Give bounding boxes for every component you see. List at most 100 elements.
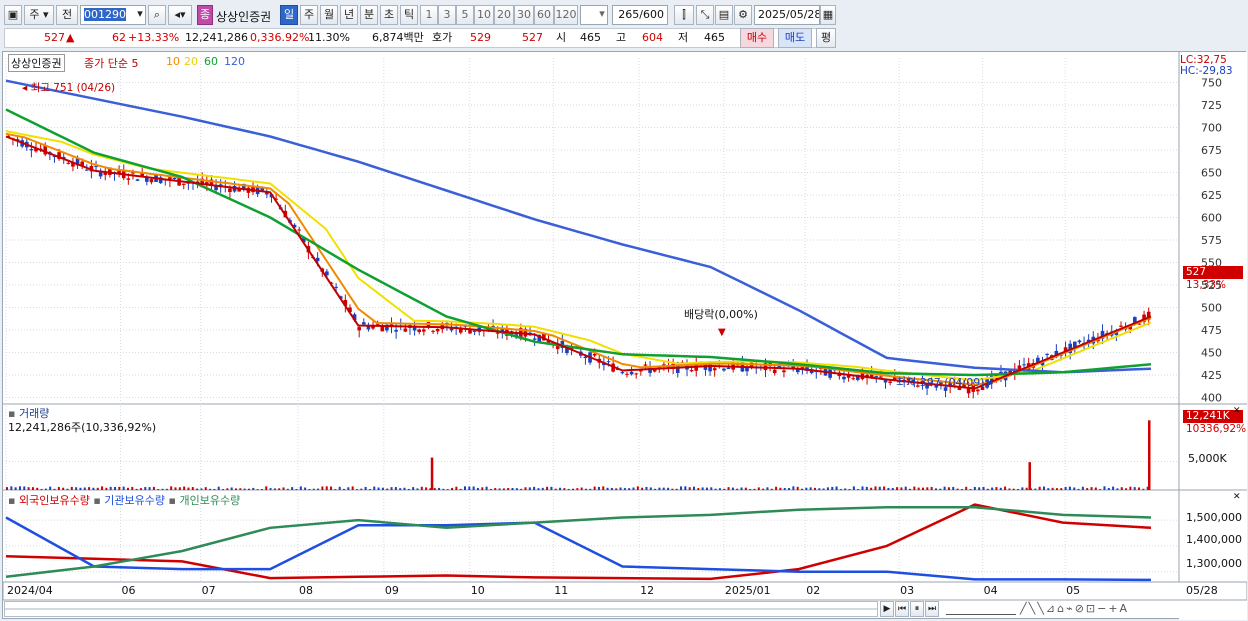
sell-button[interactable]: 매도 [778,28,812,48]
volume-bar [649,487,652,490]
candle-body [417,329,422,332]
count-input[interactable]: 265/600 [612,5,668,25]
period-month[interactable]: 월 [320,5,338,25]
volume-bar [1064,486,1067,490]
period-tick[interactable]: 틱 [400,5,418,25]
forward-icon[interactable]: ⏭ [925,601,939,617]
gear-icon[interactable]: ⚙ [734,5,752,25]
interval-3[interactable]: 3 [438,5,456,25]
volume-bar [247,488,250,490]
volume-bar [1055,488,1058,490]
zoom-slider[interactable] [946,603,1016,615]
close-icon[interactable]: ✕ [1233,406,1241,416]
horizontal-scrollbar[interactable] [4,601,878,617]
search-icon[interactable]: ⌕ [148,5,166,25]
turnover-value: 11.30% [308,31,350,44]
eval-button[interactable]: 평 [816,28,836,48]
layout-icon[interactable]: ▣ [4,5,22,25]
volume-bar [1021,487,1024,490]
candle-icon[interactable]: ⫿ [674,5,694,25]
x-axis-label: 03 [900,584,915,597]
volume-bar [235,488,237,490]
volume-bar [282,487,285,490]
period-year[interactable]: 년 [340,5,358,25]
rewind-icon[interactable]: ⏮ [895,601,909,617]
play-icon[interactable]: ▶ [880,601,894,617]
volume-bar [256,489,259,490]
candle-body [634,373,639,375]
volume-bar [580,487,583,490]
volume-bar [861,486,864,490]
candles [6,135,1151,399]
period-week[interactable]: 주 [300,5,318,25]
period-second[interactable]: 초 [380,5,398,25]
volume-bar [610,487,613,490]
chevron-down-icon[interactable]: ▾ [596,5,608,25]
interval-120[interactable]: 120 [554,5,578,25]
interval-30[interactable]: 30 [514,5,534,25]
holding-lines [5,503,1152,582]
interval-1[interactable]: 1 [420,5,438,25]
volume-bar [783,487,786,490]
interval-60[interactable]: 60 [534,5,554,25]
holding-line-2 [5,505,1152,579]
volume-bar [887,488,890,490]
legend-foreign: 외국인보유수량 [18,494,90,507]
volume-bar [878,486,881,490]
bid-label: 호가 [432,31,453,44]
ma20-line [5,130,1152,382]
x-axis-strip [3,581,1247,601]
volume-bar [705,487,708,490]
volume-bar [813,487,816,490]
volume-bar [1025,487,1028,490]
period-day[interactable]: 일 [280,5,298,25]
chart-svg[interactable]: 7507257006756506256005755505255004754504… [3,52,1247,620]
volume-bar [770,488,773,490]
volume-bar [394,487,397,490]
candle-body [625,373,629,375]
interval-10[interactable]: 10 [474,5,494,25]
chevron-down-icon[interactable]: ▾ [134,5,146,25]
drawing-tools[interactable]: ╱╲╲⊿⌂⌁⊘⊡−+A [1020,602,1129,615]
volume-bar [494,488,497,490]
volume-bar [507,487,510,490]
volume-bar [364,486,367,490]
candle-body [84,169,89,171]
volume-bar [1060,488,1063,490]
buy-button[interactable]: 매수 [740,28,774,48]
pause-icon[interactable]: ⏸ [910,601,924,617]
volume-bar [1129,486,1132,490]
volume-bar [464,486,466,490]
volume-value-text: 12,241,286주(10,336,92%) [8,421,157,434]
candle-body [181,183,186,185]
chart-area[interactable]: 750 725 700 675 650 625 600 575 550 525 500 475 450 4… [2,51,1247,620]
count-total: /600 [639,8,664,21]
volume-bar [57,486,60,490]
prev-button[interactable]: 전 [56,5,78,25]
volume-bar [269,488,272,490]
volume-bar [459,488,462,490]
calendar-icon[interactable]: ▦ [820,5,836,25]
volume-bar [498,488,501,490]
volume-bar [909,488,912,490]
crosshair-icon[interactable]: ⤡ [696,5,714,25]
jong-badge[interactable]: 종 [197,5,213,25]
volume-pct-tag: 10336,92% [1186,423,1247,435]
volume-bar [416,488,419,490]
date-input[interactable]: 2025/05/28 [754,5,820,25]
speaker-icon[interactable]: ◂▾ [168,5,192,25]
volume-bar [589,488,592,490]
volume-bar [541,487,544,490]
volume-bar [1047,488,1050,490]
candle-body [851,378,856,380]
volume-bar [550,486,553,490]
interval-20[interactable]: 20 [494,5,514,25]
hc-label: HC:-29,83 [1180,65,1233,77]
volume-bar [390,487,393,490]
volume-bar [952,486,955,490]
close-icon[interactable]: ✕ [1233,492,1241,502]
period-minute[interactable]: 분 [360,5,378,25]
save-icon[interactable]: ▤ [715,5,733,25]
market-select[interactable]: 주 ▾ [24,5,54,25]
interval-5[interactable]: 5 [456,5,474,25]
